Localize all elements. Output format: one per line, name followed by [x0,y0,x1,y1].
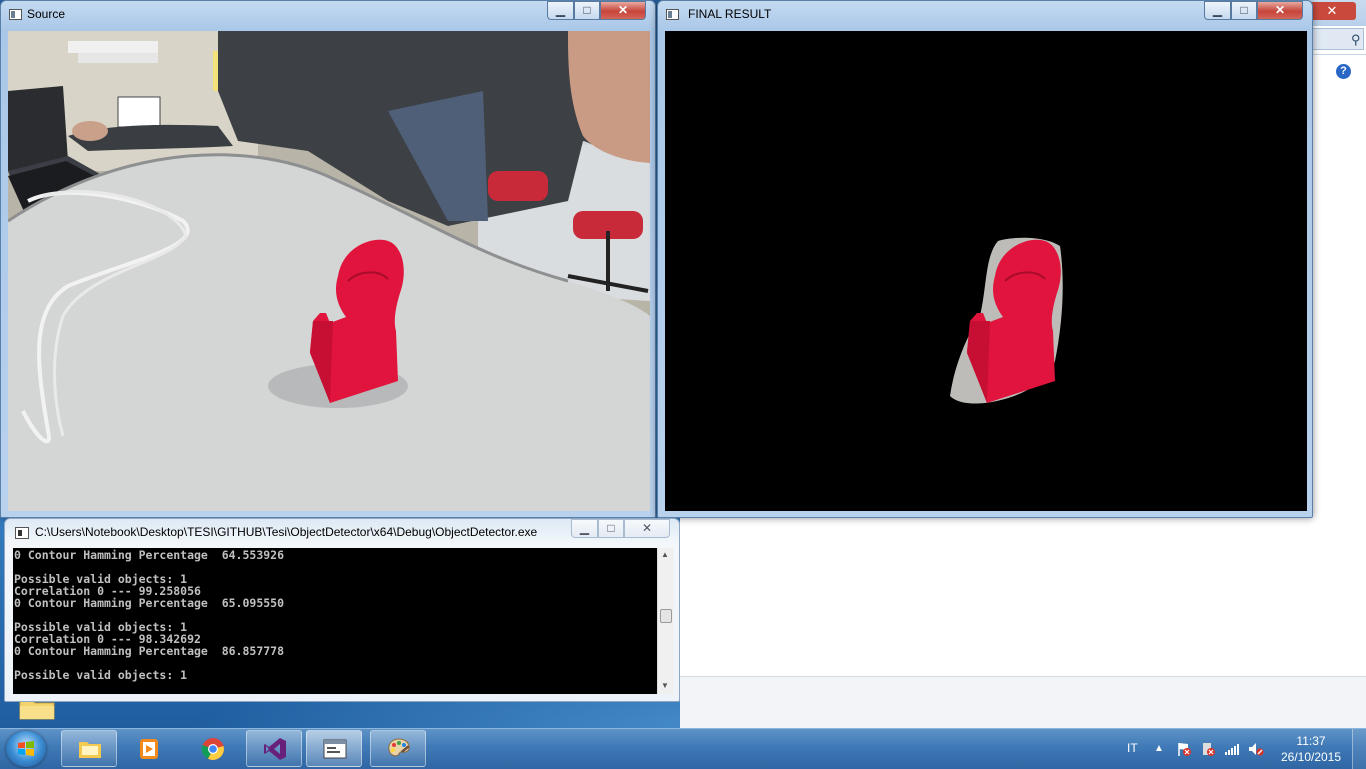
minimize-button[interactable]: ▁ [571,519,598,538]
console-text: 0 Contour Hamming Percentage 64.553926 P… [14,548,285,682]
window-title: FINAL RESULT [688,7,772,21]
clock[interactable]: 11:37 26/10/2015 [1280,733,1342,765]
source-window: Source ▁ □ ✕ [0,0,656,518]
taskbar-item-chrome[interactable] [184,730,240,767]
folder-icon [79,742,101,758]
caption-buttons: ▁ □ ✕ [547,1,646,21]
taskbar-item-media-player[interactable] [120,730,176,767]
console-window: C:\Users\Notebook\Desktop\TESI\GITHUB\Te… [4,518,680,702]
console-window-icon [323,739,347,759]
minimize-button[interactable]: ▁ [1204,1,1231,20]
language-indicator[interactable]: IT [1127,741,1138,755]
start-button[interactable] [6,731,46,767]
background-app-footer [1300,676,1366,729]
camera-frame-image [8,31,650,511]
scrollbar-thumb[interactable] [660,609,672,623]
maximize-button[interactable]: □ [598,519,624,538]
background-window-footer [680,676,1300,729]
action-center-flag-icon[interactable] [1176,741,1192,757]
console-output[interactable]: 0 Contour Hamming Percentage 64.553926 P… [13,548,657,694]
maximize-button[interactable]: □ [574,1,600,20]
clock-time: 11:37 [1296,734,1326,748]
final-result-window: FINAL RESULT ▁ □ ✕ [657,0,1313,518]
media-player-icon [140,739,158,759]
window-app-icon[interactable] [9,9,22,20]
console-scrollbar[interactable]: ▲ ▼ [657,548,674,694]
taskbar-item-explorer[interactable] [61,730,117,767]
windows-logo-icon [18,741,34,756]
close-button[interactable]: ✕ [624,519,670,538]
taskbar-item-paint[interactable] [370,730,426,767]
show-hidden-icons-icon[interactable]: ▲ [1154,743,1164,754]
chrome-icon [201,738,224,760]
window-title: Source [27,7,66,21]
taskbar-item-visual-studio[interactable] [246,730,302,767]
caption-buttons: ▁ □ ✕ [571,519,670,538]
scroll-up-icon[interactable]: ▲ [661,550,669,559]
close-button[interactable]: ✕ [1257,1,1303,20]
caption-buttons: ▁ □ ✕ [1204,1,1303,21]
help-icon[interactable]: ? [1336,64,1351,79]
segmented-object-image [665,31,1307,511]
network-signal-icon[interactable] [1224,741,1240,757]
minimize-button[interactable]: ▁ [547,1,574,20]
clock-date: 26/10/2015 [1280,750,1342,764]
background-window-content [680,518,1300,676]
console-app-icon[interactable] [15,527,29,539]
device-usb-icon[interactable] [1200,741,1216,757]
show-desktop-button[interactable] [1352,729,1366,769]
taskbar: IT ▲ 11:37 26/10/2015 [0,728,1366,769]
console-title: C:\Users\Notebook\Desktop\TESI\GITHUB\Te… [35,525,538,539]
taskbar-item-console[interactable] [306,730,362,767]
scroll-down-icon[interactable]: ▼ [661,681,669,690]
result-view [665,31,1307,511]
background-close-button[interactable]: ✕ [1308,2,1356,20]
close-button[interactable]: ✕ [600,1,646,20]
background-search-box[interactable]: ⚲ [1310,28,1364,50]
magnifier-icon[interactable]: ⚲ [1351,32,1361,48]
source-camera-view [8,31,650,511]
window-app-icon[interactable] [666,9,679,20]
maximize-button[interactable]: □ [1231,1,1257,20]
paint-palette-icon [388,738,410,757]
visual-studio-icon [264,738,286,760]
volume-muted-icon[interactable] [1248,741,1264,757]
